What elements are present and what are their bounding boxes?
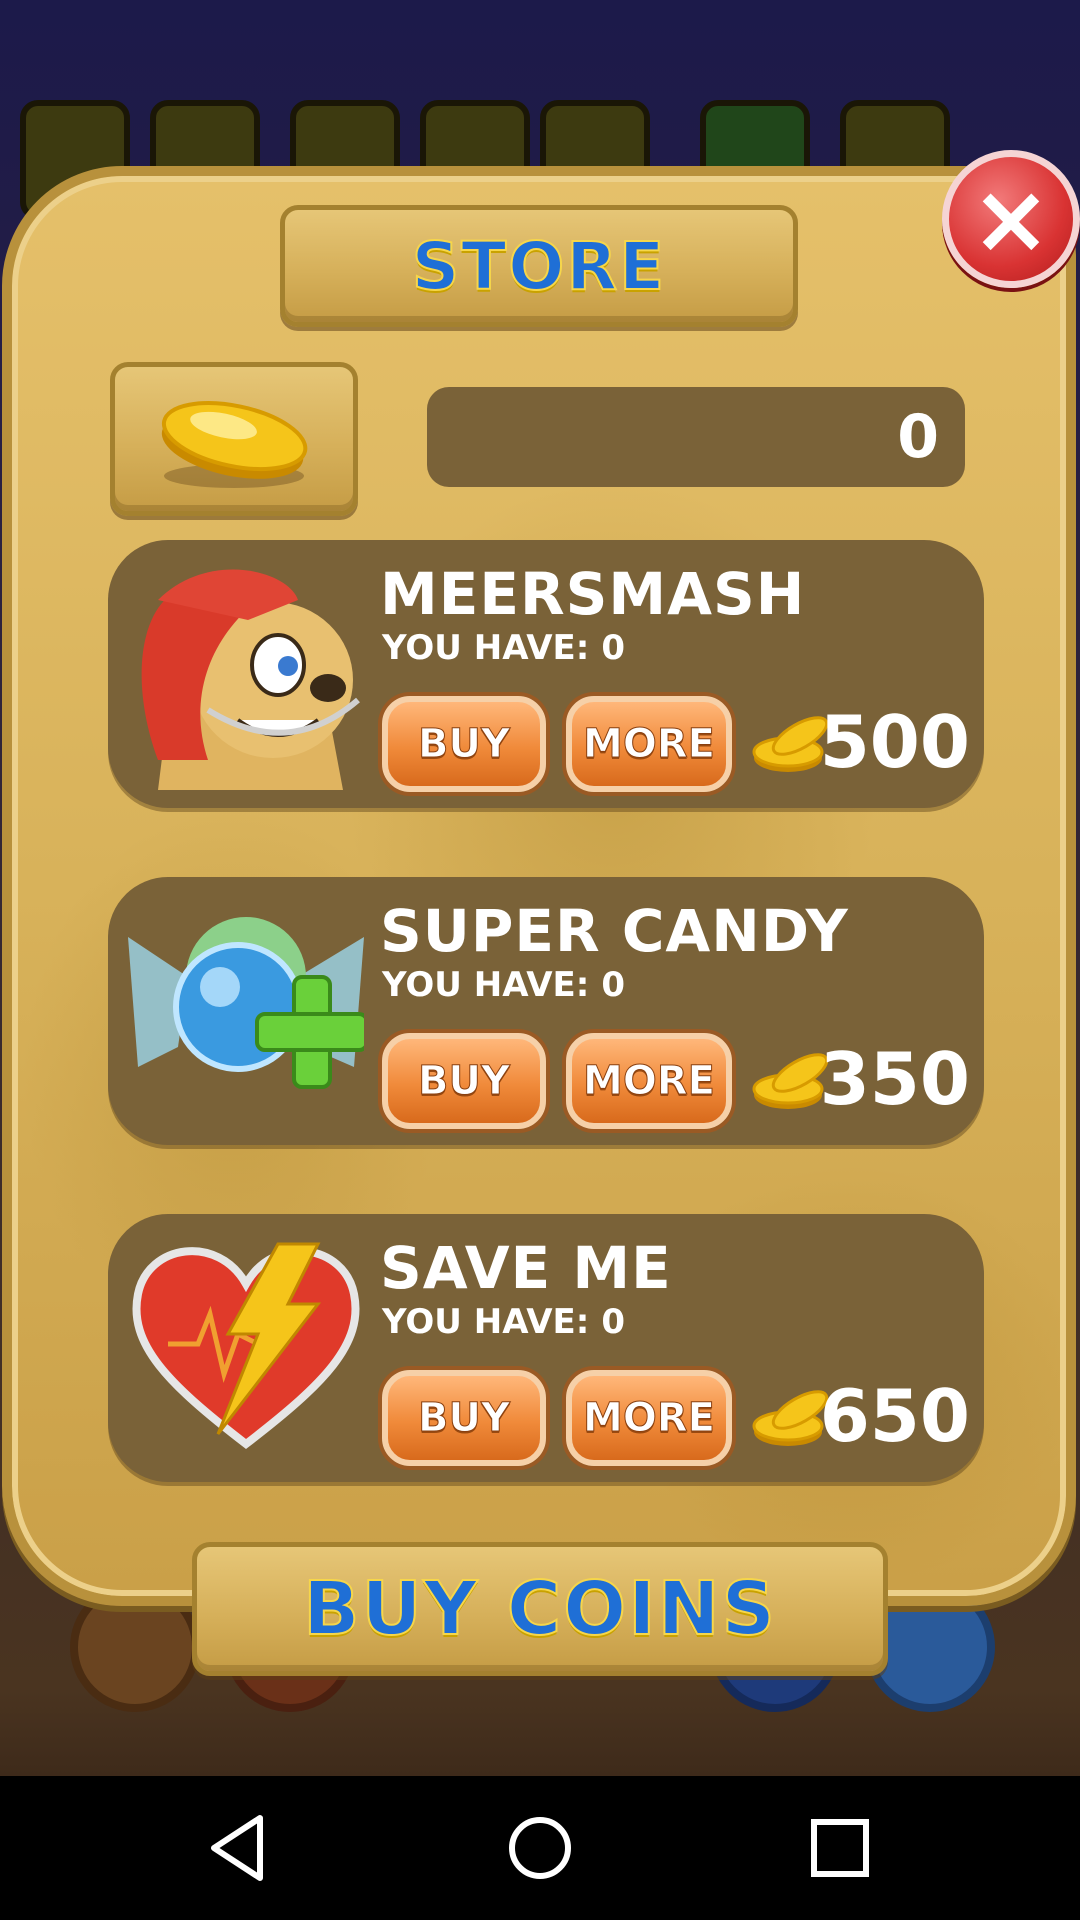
buy-coins-label: BUY COINS — [302, 1565, 777, 1653]
coin-balance: 0 — [427, 387, 965, 487]
buy-button[interactable]: BUY — [382, 696, 546, 792]
close-icon: × — [970, 163, 1052, 275]
close-button[interactable]: × — [942, 150, 1080, 288]
item-name: MEERSMASH — [380, 560, 806, 628]
buy-coins-button[interactable]: BUY COINS — [192, 1542, 888, 1676]
more-button[interactable]: MORE — [566, 696, 732, 792]
coin-icon — [161, 401, 308, 488]
item-price: 500 — [819, 700, 970, 784]
item-name: SAVE ME — [380, 1234, 672, 1302]
store-title: STORE — [411, 227, 667, 306]
home-circle-icon[interactable] — [500, 1808, 580, 1888]
recents-square-icon[interactable] — [800, 1808, 880, 1888]
meerkat-helmet-icon — [141, 569, 360, 790]
more-button[interactable]: MORE — [566, 1370, 732, 1466]
coin-balance-value: 0 — [897, 402, 939, 472]
store-title-plank: STORE — [280, 205, 798, 327]
item-have-count: 0 — [601, 965, 626, 1005]
buy-button[interactable]: BUY — [382, 1033, 546, 1129]
back-triangle-icon[interactable] — [200, 1808, 280, 1888]
item-price: 350 — [819, 1037, 970, 1121]
more-button[interactable]: MORE — [566, 1033, 732, 1129]
heart-bolt-icon — [132, 1242, 360, 1450]
item-have: YOU HAVE: 0 — [382, 965, 625, 1005]
item-have-count: 0 — [601, 1302, 626, 1342]
item-have-count: 0 — [601, 628, 626, 668]
item-name: SUPER CANDY — [380, 897, 849, 965]
store-item-super-candy: SUPER CANDY YOU HAVE: 0 BUY MORE 350 — [108, 877, 984, 1145]
navigation-bar — [0, 1776, 1080, 1920]
item-have: YOU HAVE: 0 — [382, 1302, 625, 1342]
store-item-meersmash: MEERSMASH YOU HAVE: 0 BUY MORE 500 — [108, 540, 984, 808]
store-item-save-me: SAVE ME YOU HAVE: 0 BUY MORE 650 — [108, 1214, 984, 1482]
item-have-label: YOU HAVE: — [382, 965, 590, 1005]
coin-icon-plank — [110, 362, 358, 516]
candy-plus-icon — [128, 917, 364, 1089]
item-have-label: YOU HAVE: — [382, 1302, 590, 1342]
buy-button[interactable]: BUY — [382, 1370, 546, 1466]
item-have: YOU HAVE: 0 — [382, 628, 625, 668]
item-price: 650 — [819, 1374, 970, 1458]
item-have-label: YOU HAVE: — [382, 628, 590, 668]
